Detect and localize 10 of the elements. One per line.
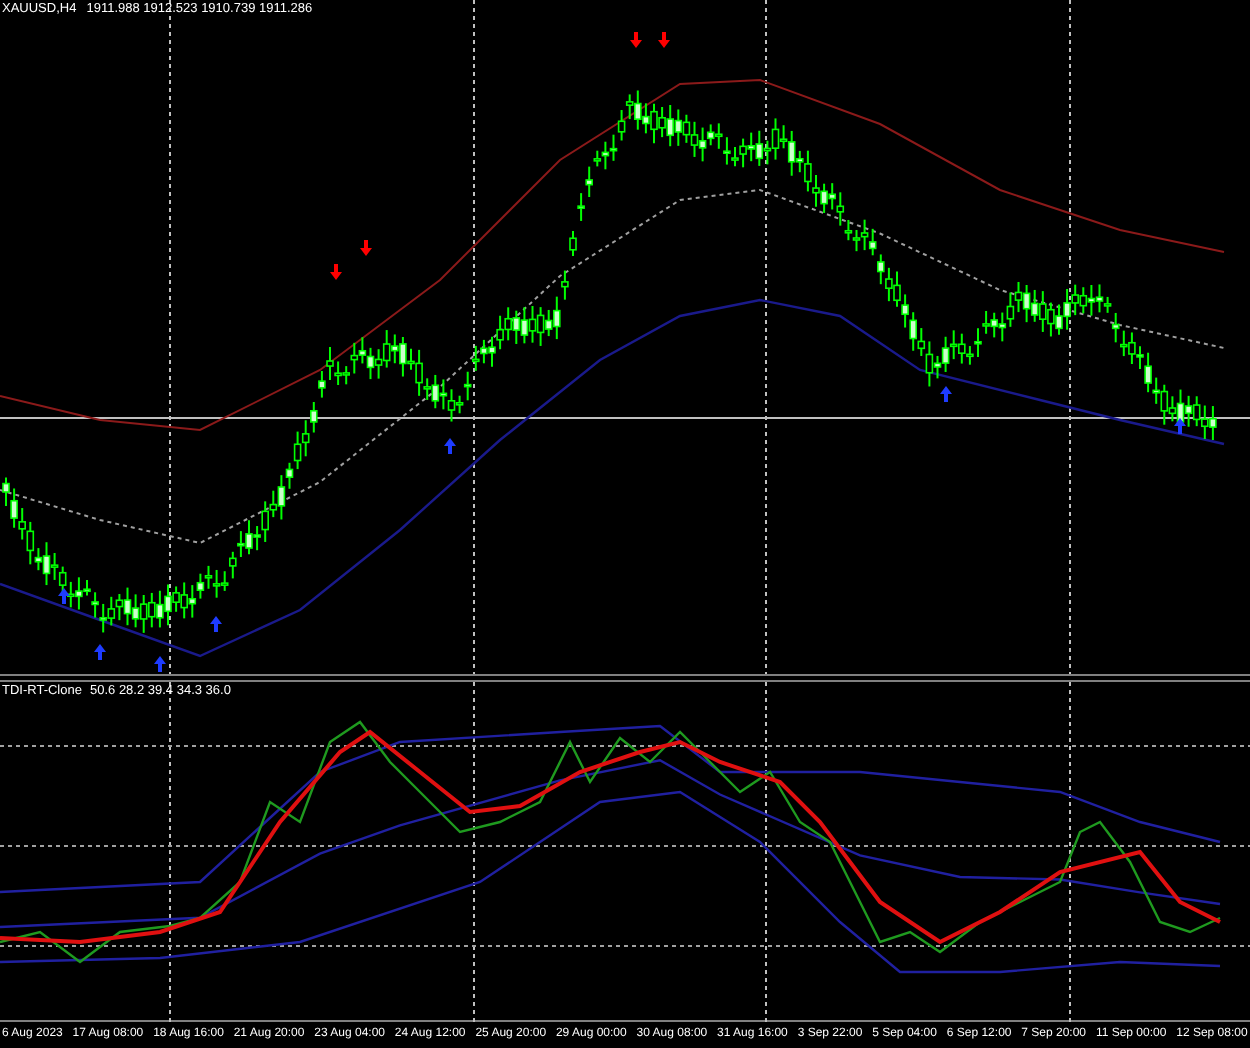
up-arrow-icon — [154, 656, 166, 672]
down-arrow-icon — [360, 240, 372, 256]
up-arrow-icon — [94, 644, 106, 660]
up-arrow-icon — [444, 438, 456, 454]
candlestick — [569, 229, 577, 258]
up-arrow-icon — [210, 616, 222, 632]
up-arrow-icon — [1174, 418, 1186, 434]
up-arrow-icon — [940, 386, 952, 402]
down-arrow-icon — [330, 264, 342, 280]
up-arrow-icon — [58, 588, 70, 604]
